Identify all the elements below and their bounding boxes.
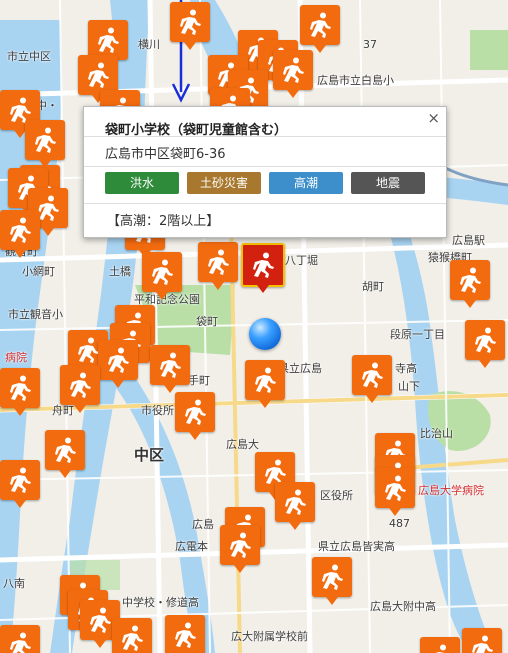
map-label: 寺高 [395, 362, 417, 375]
map-label: 小網町 [22, 265, 55, 278]
evacuation-site-marker[interactable] [150, 345, 190, 393]
evacuation-site-marker[interactable] [198, 242, 238, 290]
map-label: 八南 [3, 577, 25, 590]
evacuation-site-marker[interactable] [175, 392, 215, 440]
evacuation-site-marker[interactable] [0, 210, 40, 258]
evacuation-site-marker[interactable] [273, 50, 313, 98]
evacuation-site-marker[interactable] [165, 615, 205, 653]
evacuation-site-marker[interactable] [462, 628, 502, 653]
map-label: 比治山 [420, 427, 453, 440]
map-label: 市立観音小 [8, 308, 63, 321]
evacuation-site-marker[interactable] [275, 482, 315, 530]
hazard-badge-earthquake: 地震 [351, 172, 425, 194]
map-label: 広島 [192, 518, 214, 531]
popup-note: 【高潮：2階以上】 [107, 214, 220, 229]
evacuation-site-marker[interactable] [375, 468, 415, 516]
evacuation-site-marker[interactable] [170, 2, 210, 50]
map-label: 土橋 [109, 265, 131, 278]
map-label: 中学校・修道高 [122, 596, 199, 609]
map-label: 胡町 [362, 280, 384, 293]
evacuation-site-marker[interactable] [352, 355, 392, 403]
hazard-badge-landslide: 土砂災害 [187, 172, 261, 194]
evacuation-site-marker[interactable] [88, 20, 128, 68]
map-label: 市立中区 [7, 50, 51, 63]
hazard-badge-storm-surge: 高潮 [269, 172, 343, 194]
evacuation-site-marker[interactable] [0, 625, 40, 653]
map-label: 広島大学病院 [418, 484, 484, 497]
map-label: 病院 [5, 351, 27, 364]
map-label: 広電本 [175, 540, 208, 553]
current-location-marker[interactable] [249, 318, 281, 350]
map-label: 山下 [398, 380, 420, 393]
shelter-info-popup: 袋町小学校（袋町児童館含む） × 広島市中区袋町6-36 洪水 土砂災害 高潮 … [83, 106, 447, 238]
map-label: 横川 [138, 38, 160, 51]
hazard-badge-flood: 洪水 [105, 172, 179, 194]
map-label: 広島大 [226, 438, 259, 451]
route-number: 487 [389, 517, 410, 530]
map-label: 段原一丁目 [390, 328, 445, 341]
evacuation-site-marker[interactable] [25, 120, 65, 168]
map-label: 八丁堀 [285, 254, 318, 267]
evacuation-site-marker[interactable] [312, 557, 352, 605]
evacuation-site-marker[interactable] [465, 320, 505, 368]
map-label: 袋町 [196, 315, 218, 328]
map-label: 手町 [188, 374, 210, 387]
map-label: 広大附属学校前 [231, 630, 308, 643]
evacuation-site-marker[interactable] [60, 365, 100, 413]
hazard-categories: 洪水 土砂災害 高潮 地震 [84, 167, 446, 204]
close-icon[interactable]: × [427, 109, 440, 127]
selected-evacuation-site-marker[interactable] [241, 243, 285, 293]
evacuation-site-marker[interactable] [245, 360, 285, 408]
map-label: 広島大附中高 [370, 600, 436, 613]
map-label: 広島駅 [452, 234, 485, 247]
map-label: 市役所 [141, 404, 174, 417]
map-label: 区役所 [320, 489, 353, 502]
evacuation-site-marker[interactable] [45, 430, 85, 478]
evacuation-site-marker[interactable] [0, 368, 40, 416]
map-label: 県立広島皆実高 [318, 540, 395, 553]
evacuation-site-marker[interactable] [78, 55, 118, 103]
map-label: 中区 [134, 446, 165, 464]
map-label: 広島市立白島小 [317, 74, 394, 87]
popup-address: 広島市中区袋町6-36 [84, 137, 446, 167]
evacuation-site-marker[interactable] [300, 5, 340, 53]
evacuation-site-marker[interactable] [450, 260, 490, 308]
route-number: 37 [363, 38, 377, 51]
evacuation-site-marker[interactable] [112, 618, 152, 653]
evacuation-site-marker[interactable] [220, 525, 260, 573]
map[interactable]: 市立中区 横川 清心中・ 広島市立白島小 観音町 小網町 土橋 平和記念公園 袋… [0, 0, 508, 653]
evacuation-site-marker[interactable] [142, 252, 182, 300]
evacuation-site-marker[interactable] [420, 637, 460, 653]
popup-title: 袋町小学校（袋町児童館含む） [84, 107, 446, 138]
evacuation-site-marker[interactable] [98, 340, 138, 388]
evacuation-site-marker[interactable] [0, 460, 40, 508]
